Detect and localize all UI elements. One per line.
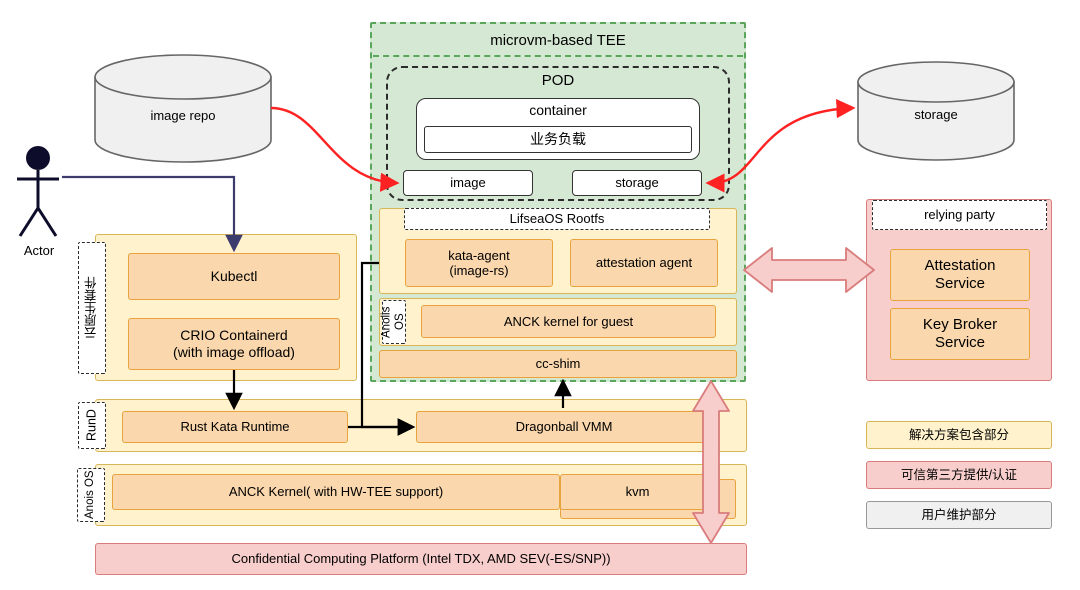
workload-box: 业务负载 [424,126,692,153]
kubectl-box: Kubectl [128,253,340,300]
attestation-service-box: Attestation Service [890,249,1030,301]
key-broker-line2: Service [934,334,986,351]
attestation-agent-box: attestation agent [570,239,718,287]
crio-label-line2: (with image offload) [173,344,295,360]
tee-title-divider [373,55,743,57]
crio-containerd-box: CRIO Containerd (with image offload) [128,318,340,370]
legend-item-user-maintained: 用户维护部分 [866,501,1052,529]
legend-item-third-party: 可信第三方提供/认证 [866,461,1052,489]
image-repo-label: image repo [150,108,216,124]
kata-agent-label-line2: (image-rs) [449,263,509,278]
anck-host-kernel-box: ANCK Kernel( with HW-TEE support) [112,474,560,510]
relying-party-label: relying party [872,200,1047,230]
key-broker-service-box: Key Broker Service [890,308,1030,360]
kvm-box: kvm [560,474,715,510]
pod-label: POD [541,72,575,90]
attestation-to-relying-party-double-arrow [743,247,875,293]
kata-agent-label-line1: kata-agent [448,247,510,263]
crio-label-line1: CRIO Containerd [180,327,288,344]
key-broker-line1: Key Broker [922,316,998,334]
cc-shim-box: cc-shim [379,350,737,378]
host-os-group-label: Anois OS [77,468,105,522]
rund-group-label: RunD [78,402,106,449]
actor-label: Actor [23,243,55,259]
anck-guest-kernel-box: ANCK kernel for guest [421,305,716,338]
dragonball-vmm-box: Dragonball VMM [416,411,712,443]
lifseaos-rootfs-label: LifseaOS Rootfs [404,208,710,230]
legend-item-solution: 解决方案包含部分 [866,421,1052,449]
attestation-service-line1: Attestation [924,257,996,275]
confidential-computing-platform-box: Confidential Computing Platform (Intel T… [95,543,747,575]
diagram-canvas: microvm-based TEE POD container 业务负载 ima… [0,0,1080,590]
pod-storage-box: storage [572,170,702,196]
microvm-tee-label: microvm-based TEE [490,32,626,50]
storage-label: storage [914,107,958,123]
kata-agent-box: kata-agent (image-rs) [405,239,553,287]
pod-image-box: image [403,170,533,196]
attestation-service-line2: Service [934,275,986,292]
stick-figure-actor-icon [17,146,59,237]
guest-os-group-label: Anolis OS [380,300,406,344]
cloud-native-group-label: 云原生套件 [78,242,106,374]
rust-kata-runtime-box: Rust Kata Runtime [122,411,348,443]
container-label: container [529,102,587,119]
